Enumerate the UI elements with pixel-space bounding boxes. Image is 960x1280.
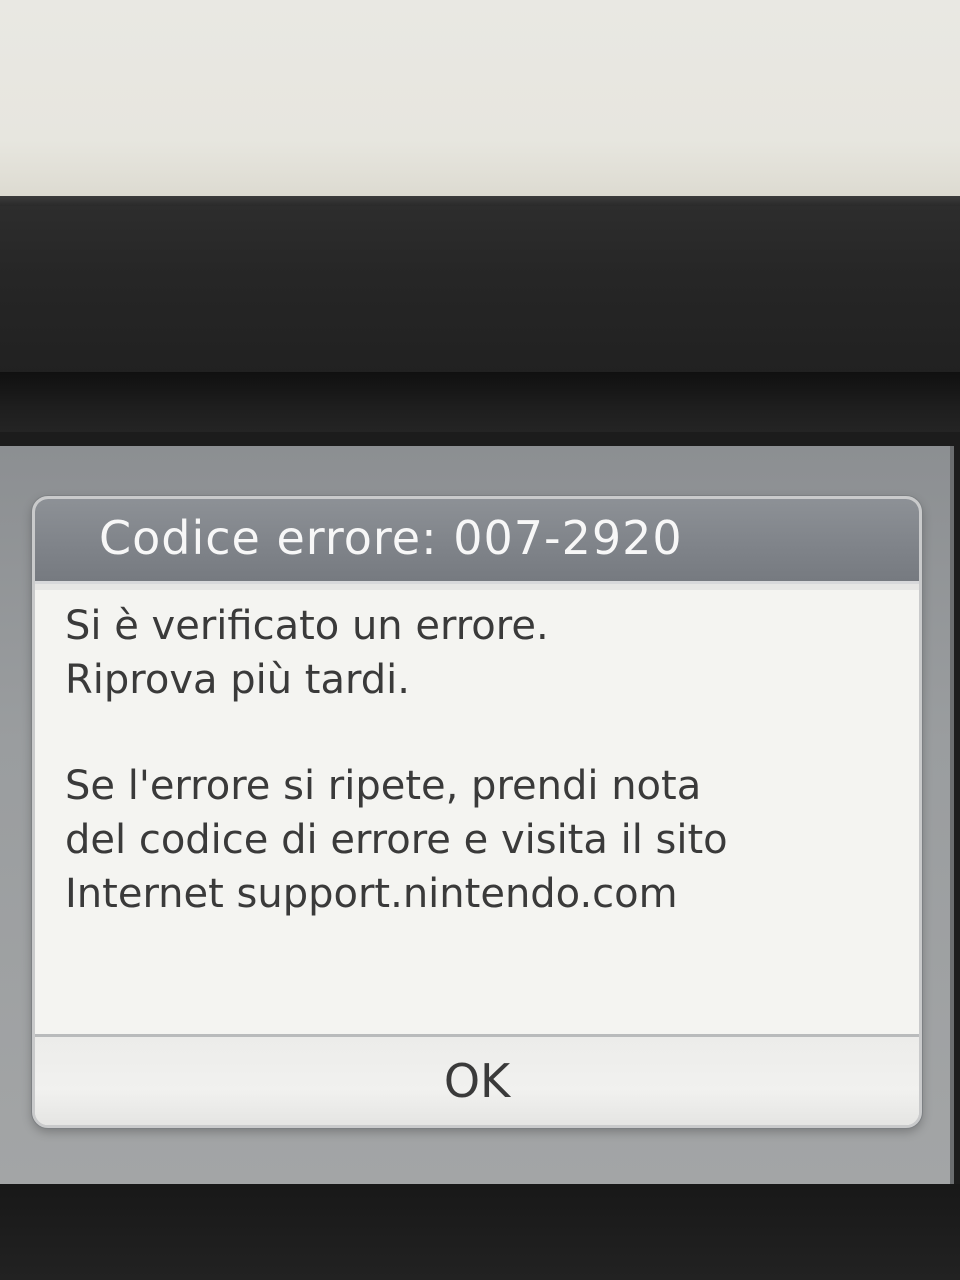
- error-message: Si è verificato un errore. Riprova più t…: [65, 599, 885, 921]
- error-code-title: Codice errore: 007-2920: [99, 511, 683, 565]
- dialog-footer: OK: [35, 1034, 919, 1125]
- message-line: Se l'errore si ripete, prendi nota: [65, 763, 702, 809]
- message-line: del codice di errore e visita il sito: [65, 817, 728, 863]
- device-bottom-rim: [0, 1184, 960, 1280]
- bezel-groove: [0, 372, 960, 432]
- device-hinge: [0, 196, 960, 396]
- message-line: Riprova più tardi.: [65, 657, 410, 703]
- upper-screen: [0, 0, 960, 200]
- message-line: Si è verificato un errore.: [65, 603, 549, 649]
- hinge-edge: [0, 196, 960, 206]
- message-line: Internet support.nintendo.com: [65, 871, 678, 917]
- error-dialog: Codice errore: 007-2920 Si è verificato …: [32, 496, 922, 1128]
- ok-button[interactable]: OK: [35, 1037, 919, 1125]
- dialog-header: Codice errore: 007-2920: [35, 499, 919, 590]
